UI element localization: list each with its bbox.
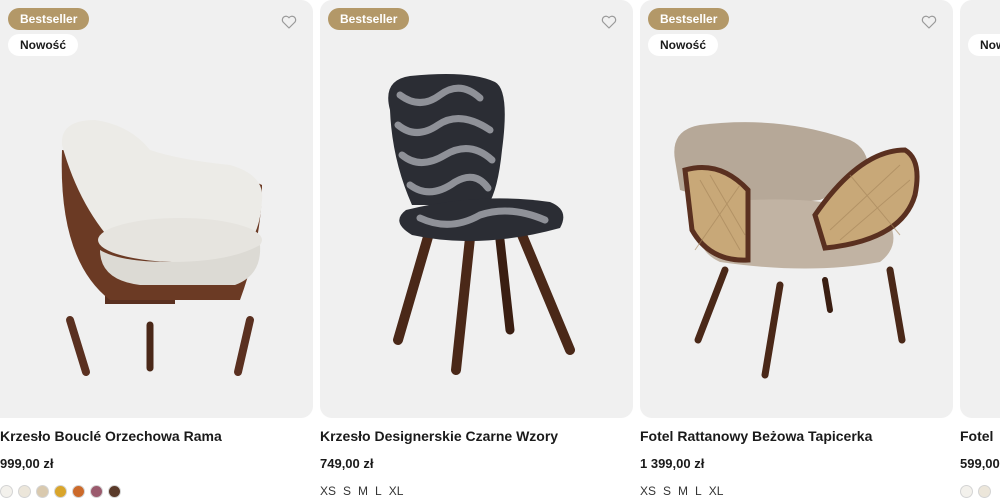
heart-outline-icon[interactable] <box>281 14 297 30</box>
color-swatch[interactable] <box>54 485 67 498</box>
size-option[interactable]: XS <box>640 484 656 498</box>
product-title[interactable]: Krzesło Designerskie Czarne Wzory <box>320 428 558 444</box>
color-swatch[interactable] <box>72 485 85 498</box>
product-title[interactable]: Fotel Rattanowy Beżowa Tapicerka <box>640 428 872 444</box>
product-image[interactable] <box>0 0 313 418</box>
color-swatch[interactable] <box>978 485 991 498</box>
color-swatches <box>960 485 991 498</box>
new-badge: Nowość <box>648 34 719 56</box>
color-swatch[interactable] <box>36 485 49 498</box>
product-title[interactable]: Fotel <box>960 428 993 444</box>
bestseller-badge: Bestseller <box>328 8 410 30</box>
product-image-area[interactable]: Bestseller Nowość <box>0 0 313 418</box>
heart-outline-icon[interactable] <box>601 14 617 30</box>
product-image[interactable] <box>640 0 953 418</box>
product-image-area[interactable]: Nowość <box>960 0 1000 418</box>
color-swatch[interactable] <box>90 485 103 498</box>
product-card[interactable]: Nowość Fotel 599,00 <box>960 0 1000 500</box>
size-option[interactable]: M <box>358 484 368 498</box>
color-swatch[interactable] <box>0 485 13 498</box>
size-option[interactable]: M <box>678 484 688 498</box>
size-options: XS S M L XL <box>320 484 403 498</box>
size-option[interactable]: XS <box>320 484 336 498</box>
size-option[interactable]: S <box>663 484 671 498</box>
color-swatch[interactable] <box>18 485 31 498</box>
product-image[interactable] <box>320 0 633 418</box>
product-title[interactable]: Krzesło Bouclé Orzechowa Rama <box>0 428 222 444</box>
product-card[interactable]: Bestseller Nowość Krzesło Bouclé Orzecho… <box>0 0 313 500</box>
product-price: 1 399,00 zł <box>640 456 705 471</box>
size-option[interactable]: XL <box>389 484 404 498</box>
size-options: XS S M L XL <box>640 484 723 498</box>
color-swatch[interactable] <box>108 485 121 498</box>
new-badge: Nowość <box>968 34 1000 56</box>
product-image-area[interactable]: Bestseller <box>320 0 633 418</box>
size-option[interactable]: L <box>695 484 702 498</box>
size-option[interactable]: S <box>343 484 351 498</box>
product-price: 599,00 <box>960 456 1000 471</box>
color-swatch[interactable] <box>960 485 973 498</box>
product-card[interactable]: Bestseller Krzesło Designerskie Czarne W… <box>320 0 633 500</box>
color-swatches <box>0 485 121 498</box>
product-price: 749,00 zł <box>320 456 374 471</box>
product-price: 999,00 zł <box>0 456 54 471</box>
product-card[interactable]: Bestseller Nowość Fotel Rattanowy Beżowa… <box>640 0 953 500</box>
size-option[interactable]: L <box>375 484 382 498</box>
new-badge: Nowość <box>8 34 79 56</box>
heart-outline-icon[interactable] <box>921 14 937 30</box>
product-image-area[interactable]: Bestseller Nowość <box>640 0 953 418</box>
bestseller-badge: Bestseller <box>8 8 90 30</box>
size-option[interactable]: XL <box>709 484 724 498</box>
bestseller-badge: Bestseller <box>648 8 730 30</box>
product-carousel: Bestseller Nowość Krzesło Bouclé Orzecho… <box>0 0 1000 500</box>
